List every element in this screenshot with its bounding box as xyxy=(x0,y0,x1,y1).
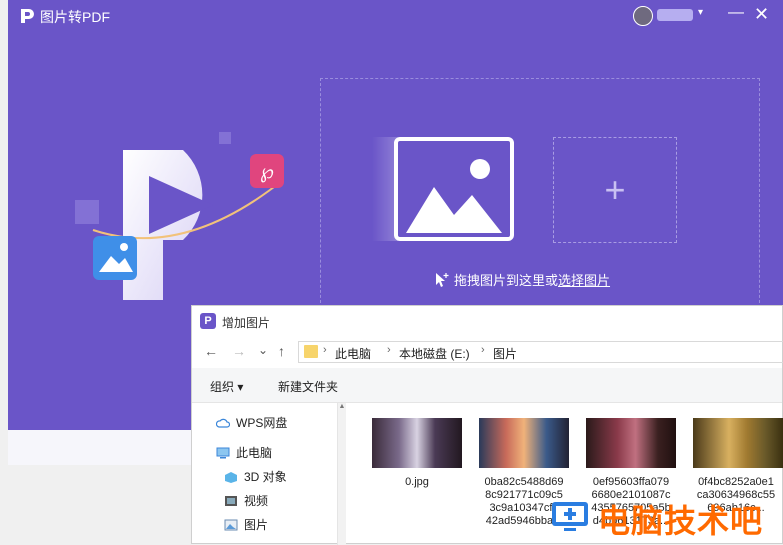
app-logo-icon xyxy=(21,9,34,23)
sidebar-item-pictures[interactable]: 图片 xyxy=(224,516,268,533)
svg-text:℘: ℘ xyxy=(260,159,274,183)
picture-icon xyxy=(224,519,238,530)
cursor-plus-icon xyxy=(436,273,449,287)
monitor-plus-icon xyxy=(552,502,588,531)
scroll-up-arrow-icon[interactable]: ▲ xyxy=(338,403,346,410)
cloud-icon xyxy=(216,418,230,428)
sidebar-item-3d-objects[interactable]: 3D 对象 xyxy=(224,468,287,485)
file-name[interactable]: 0.jpg xyxy=(367,476,467,489)
title-bar: 图片转PDF ▾ — ✕ xyxy=(8,0,783,32)
up-arrow-icon[interactable]: ↑ xyxy=(278,343,285,359)
sidebar-item-wps-drive[interactable]: WPS网盘 xyxy=(216,414,287,431)
close-button[interactable]: ✕ xyxy=(754,4,769,25)
sidebar-item-label: 此电脑 xyxy=(236,446,273,460)
breadcrumb-separator: › xyxy=(387,344,391,356)
back-arrow-icon[interactable]: ← xyxy=(204,343,218,359)
cube-icon xyxy=(225,471,237,483)
sidebar-item-label: 3D 对象 xyxy=(244,470,287,484)
folder-icon xyxy=(304,345,318,358)
video-icon xyxy=(225,495,237,506)
hero-logo-illustration: ℘ xyxy=(75,132,284,300)
computer-icon xyxy=(216,447,230,458)
plus-icon: + xyxy=(604,169,626,210)
sidebar-item-videos[interactable]: 视频 xyxy=(224,492,268,509)
address-bar[interactable]: › 此电脑 › 本地磁盘 (E:) › 图片 xyxy=(298,341,783,363)
dialog-title-bar: P 增加图片 xyxy=(192,306,782,336)
breadcrumb-pictures[interactable]: 图片 xyxy=(493,345,517,362)
image-placeholder-icon xyxy=(394,137,514,241)
dialog-title: 增加图片 xyxy=(222,316,271,330)
sidebar-item-label: 图片 xyxy=(244,518,269,532)
site-watermark: 电脑技术吧 xyxy=(548,494,783,539)
sidebar-item-label: 视频 xyxy=(244,494,269,508)
sidebar-item-this-pc[interactable]: 此电脑 xyxy=(216,444,272,461)
breadcrumb-this-pc[interactable]: 此电脑 xyxy=(335,345,371,362)
app-footer-strip xyxy=(8,430,208,465)
user-menu-caret-icon[interactable]: ▾ xyxy=(698,7,703,18)
app-title: 图片转PDF xyxy=(40,9,110,25)
sidebar-scrollbar[interactable]: ▲ xyxy=(338,403,346,545)
recent-locations-chevron-icon[interactable]: ⌄ xyxy=(258,343,268,357)
minimize-button[interactable]: — xyxy=(728,4,744,22)
navigation-bar: ← → ⌄ ↑ › 此电脑 › 本地磁盘 (E:) › 图片 xyxy=(192,336,783,368)
user-avatar[interactable] xyxy=(633,6,653,26)
dialog-toolbar: 组织 ▾ 新建文件夹 xyxy=(192,368,782,403)
user-name-blurred[interactable] xyxy=(657,9,693,21)
breadcrumb-separator: › xyxy=(323,344,327,356)
breadcrumb-separator: › xyxy=(481,344,485,356)
drop-hint: 拖拽图片到这里或选择图片 xyxy=(434,270,610,289)
forward-arrow-icon[interactable]: → xyxy=(232,343,246,359)
sidebar-item-label: WPS网盘 xyxy=(236,416,288,430)
select-images-link[interactable]: 选择图片 xyxy=(558,273,610,288)
file-thumbnail[interactable] xyxy=(372,418,462,468)
file-thumbnail[interactable] xyxy=(693,418,783,468)
file-thumbnail[interactable] xyxy=(586,418,676,468)
new-folder-button[interactable]: 新建文件夹 xyxy=(278,378,338,395)
drop-hint-text: 拖拽图片到这里或 xyxy=(454,273,559,288)
add-image-button[interactable]: + xyxy=(553,137,677,243)
navigation-pane: WPS网盘 此电脑 3D 对象 视频 图片 xyxy=(192,403,338,545)
watermark-text: 电脑技术吧 xyxy=(598,503,764,539)
dialog-app-logo-icon: P xyxy=(200,313,216,329)
breadcrumb-local-disk[interactable]: 本地磁盘 (E:) xyxy=(399,345,470,362)
file-thumbnail[interactable] xyxy=(479,418,569,468)
organize-menu[interactable]: 组织 ▾ xyxy=(210,378,243,395)
